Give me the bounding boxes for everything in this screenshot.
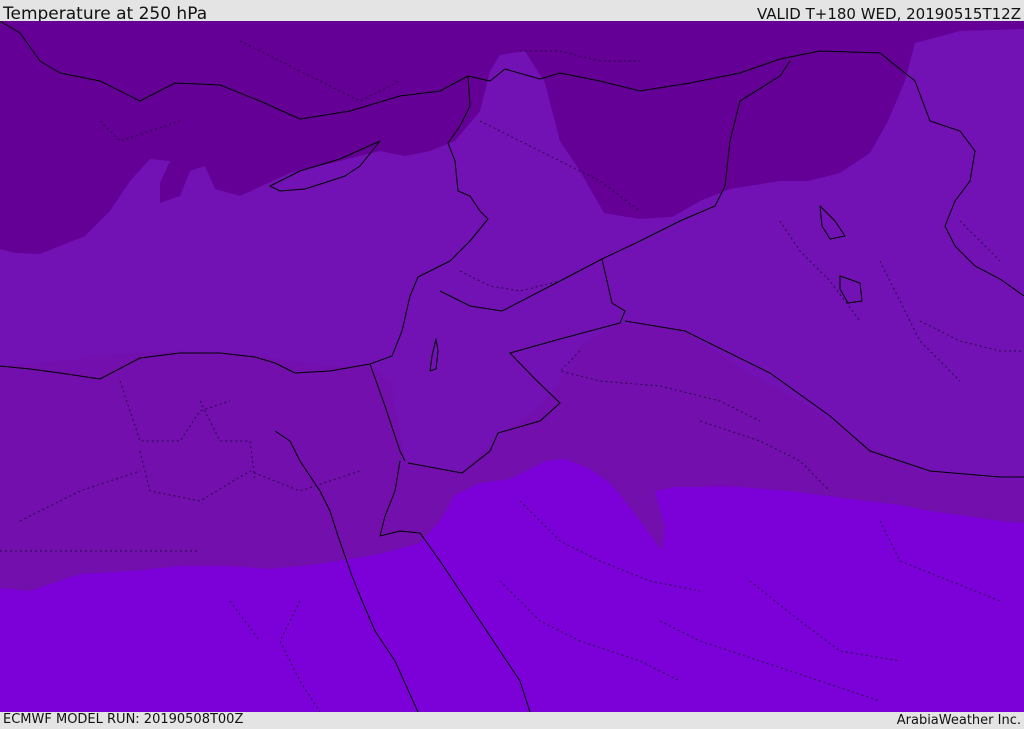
temperature-map [0, 21, 1024, 712]
model-run: ECMWF MODEL RUN: 20190508T00Z [3, 712, 244, 727]
header-bar: Temperature at 250 hPa VALID T+180 WED, … [0, 0, 1024, 24]
footer-bar: ECMWF MODEL RUN: 20190508T00Z ArabiaWeat… [0, 712, 1024, 729]
credit: ArabiaWeather Inc. [896, 713, 1021, 728]
